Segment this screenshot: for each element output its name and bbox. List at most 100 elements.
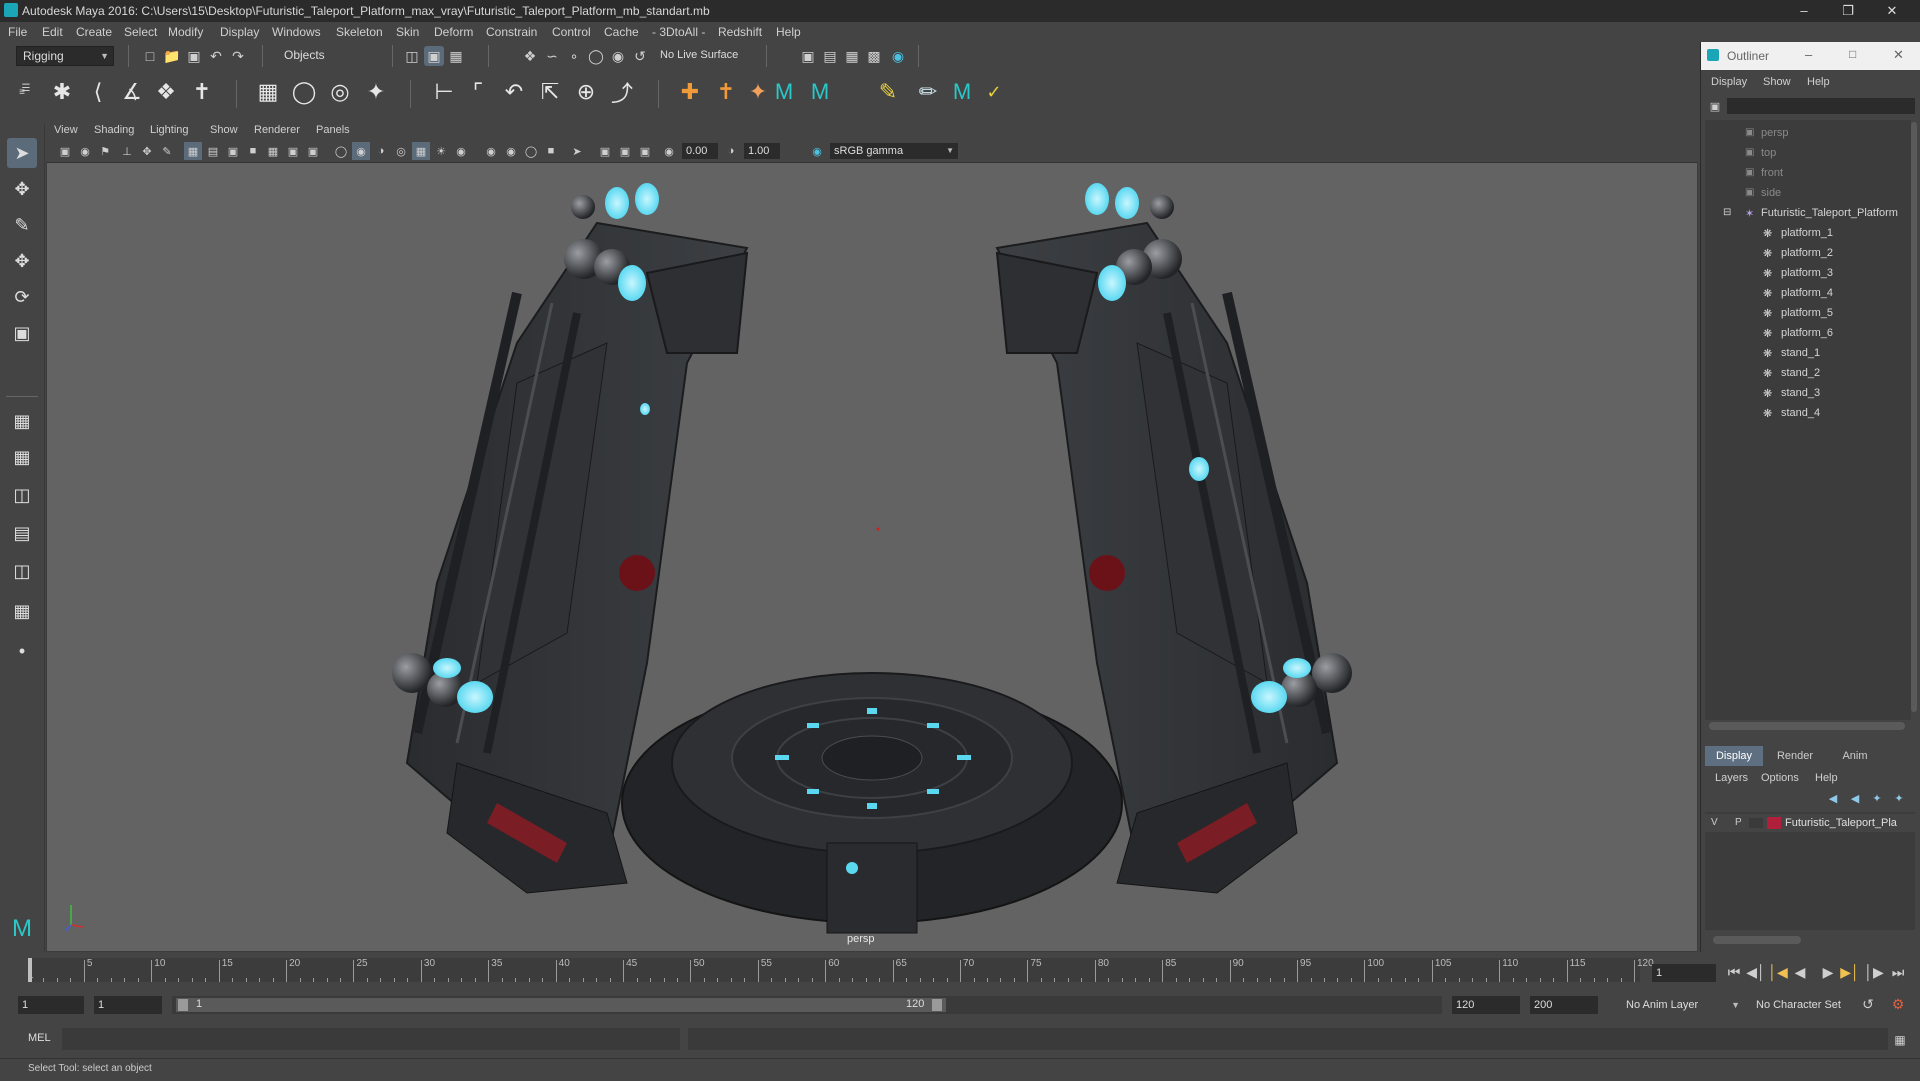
aim-constraint-icon[interactable]: ⌜: [462, 76, 494, 108]
outliner-item-child[interactable]: ❋ platform_3: [1705, 264, 1915, 284]
menu-deform[interactable]: Deform: [434, 25, 473, 39]
layer-type-toggle[interactable]: [1749, 818, 1763, 828]
resolution-gate-icon[interactable]: ▣: [224, 142, 242, 160]
outliner-item-child[interactable]: ❋ stand_4: [1705, 404, 1915, 424]
persp-graph-layout-icon[interactable]: ▤: [7, 518, 37, 548]
check-icon[interactable]: ✓: [978, 76, 1010, 108]
menu-edit[interactable]: Edit: [42, 25, 63, 39]
select-tool-icon[interactable]: ➤: [7, 138, 37, 168]
wrap-deformer-icon[interactable]: ◎: [324, 76, 356, 108]
command-input[interactable]: [62, 1028, 680, 1050]
gate-mask-icon[interactable]: ■: [244, 142, 262, 160]
wireframe-on-shaded-icon[interactable]: ◎: [392, 142, 410, 160]
hypershade-layout-icon[interactable]: ◫: [7, 556, 37, 586]
film-gate-icon[interactable]: ▤: [204, 142, 222, 160]
lasso-tool-icon[interactable]: ✥: [7, 174, 37, 204]
range-start-handle[interactable]: [178, 999, 188, 1011]
move-layer-down-icon[interactable]: ◀: [1847, 790, 1863, 806]
menu-control[interactable]: Control: [552, 25, 591, 39]
anim-layer-dropdown[interactable]: No Anim Layer ▼: [1620, 996, 1744, 1014]
depth-of-field-icon[interactable]: ▣: [636, 142, 654, 160]
outliner-maximize-button[interactable]: □: [1849, 47, 1856, 61]
maya-script-3-icon[interactable]: M: [946, 76, 978, 108]
outliner-menu-help[interactable]: Help: [1807, 76, 1830, 88]
outliner-search-input[interactable]: [1727, 98, 1915, 114]
menu-set-dropdown[interactable]: Rigging ▼: [16, 46, 114, 66]
range-end-handle[interactable]: [932, 999, 942, 1011]
ik-spline-icon[interactable]: ∡: [116, 76, 148, 108]
select-hierarchy-icon[interactable]: ◫: [402, 46, 422, 66]
layer-playback-toggle[interactable]: P: [1735, 817, 1742, 828]
playback-end-field[interactable]: 120: [1452, 996, 1520, 1014]
tab-display[interactable]: Display: [1705, 746, 1763, 766]
script-language-toggle[interactable]: MEL: [28, 1032, 51, 1044]
tab-anim[interactable]: Anim: [1827, 746, 1883, 766]
hypershade-icon[interactable]: ◉: [888, 46, 908, 66]
outliner-item-top[interactable]: ▣ top: [1705, 144, 1915, 164]
minimize-button[interactable]: –: [1784, 0, 1824, 22]
animation-end-field[interactable]: 200: [1530, 996, 1598, 1014]
new-layer-selected-icon[interactable]: ✦: [1891, 790, 1907, 806]
lattice-icon[interactable]: ◯: [288, 76, 320, 108]
smooth-shade-icon[interactable]: ◉: [352, 142, 370, 160]
parent-constraint-icon[interactable]: ⊕: [570, 76, 602, 108]
vp-menu-show[interactable]: Show: [210, 124, 238, 136]
shadows-icon[interactable]: ◉: [452, 142, 470, 160]
current-frame-field[interactable]: 1: [1652, 964, 1716, 982]
snap-together-icon[interactable]: ↺: [630, 46, 650, 66]
ik-handle-icon[interactable]: ⟨: [82, 76, 114, 108]
animation-preferences-icon[interactable]: ⚙: [1888, 994, 1908, 1014]
outliner-menu-show[interactable]: Show: [1763, 76, 1791, 88]
locator-icon[interactable]: ✚: [674, 76, 706, 108]
menu-select[interactable]: Select: [124, 25, 157, 39]
custom-layout-icon[interactable]: •: [7, 636, 37, 666]
3d-scene[interactable]: persp: [47, 163, 1697, 951]
blend-shape-icon[interactable]: ✦: [360, 76, 392, 108]
outliner-item-persp[interactable]: ▣ persp: [1705, 124, 1915, 144]
save-scene-icon[interactable]: ▣: [184, 46, 204, 66]
maximize-button[interactable]: ❐: [1828, 0, 1868, 22]
menu-help[interactable]: Help: [776, 25, 801, 39]
menu-skeleton[interactable]: Skeleton: [336, 25, 383, 39]
grid-toggle-icon[interactable]: ▦: [184, 142, 202, 160]
maya-script-2-icon[interactable]: M: [804, 76, 836, 108]
layer-visibility-toggle[interactable]: V: [1711, 817, 1718, 828]
gamma-field[interactable]: 1.00: [744, 143, 780, 159]
new-scene-icon[interactable]: □: [140, 46, 160, 66]
default-material-icon[interactable]: ◑: [372, 142, 390, 160]
xray-components-icon[interactable]: ◯: [522, 142, 540, 160]
close-button[interactable]: ✕: [1872, 0, 1912, 22]
step-forward-key-icon[interactable]: ▶│: [1840, 962, 1860, 982]
select-component-icon[interactable]: ▦: [446, 46, 466, 66]
collapse-icon[interactable]: ⊟: [1723, 207, 1731, 218]
snap-grid-icon[interactable]: ❖: [520, 46, 540, 66]
live-surface-label[interactable]: No Live Surface: [660, 49, 738, 61]
camera-select-icon[interactable]: ▣: [56, 142, 74, 160]
undo-icon[interactable]: ↶: [206, 46, 226, 66]
outliner-item-child[interactable]: ❋ platform_1: [1705, 224, 1915, 244]
multisample-icon[interactable]: ▣: [616, 142, 634, 160]
outliner-vertical-scrollbar[interactable]: [1911, 122, 1917, 712]
render-frame-icon[interactable]: ▤: [820, 46, 840, 66]
outliner-close-button[interactable]: ✕: [1893, 47, 1904, 63]
select-object-icon[interactable]: ▣: [424, 46, 444, 66]
outliner-filter-icon[interactable]: ▣: [1707, 98, 1723, 114]
outliner-item-child[interactable]: ❋ stand_2: [1705, 364, 1915, 384]
use-all-lights-icon[interactable]: ☀: [432, 142, 450, 160]
outliner-item-child[interactable]: ❋ stand_3: [1705, 384, 1915, 404]
view-transform-dropdown[interactable]: sRGB gamma ▼: [830, 143, 958, 159]
vp-menu-view[interactable]: View: [54, 124, 78, 136]
orient-constraint-icon[interactable]: ↶: [498, 76, 530, 108]
persp-uv-layout-icon[interactable]: ▦: [7, 596, 37, 626]
paint-select-icon[interactable]: ✎: [7, 210, 37, 240]
menu-redshift[interactable]: Redshift: [718, 25, 762, 39]
outliner-item-group[interactable]: ⊟ ✶ Futuristic_Taleport_Platform: [1705, 204, 1915, 224]
skin-bind-icon[interactable]: ❖: [150, 76, 182, 108]
redo-icon[interactable]: ↷: [228, 46, 248, 66]
menu-display[interactable]: Display: [220, 25, 259, 39]
outliner-item-front[interactable]: ▣ front: [1705, 164, 1915, 184]
handle-icon[interactable]: ✝: [710, 76, 742, 108]
open-scene-icon[interactable]: 📁: [162, 46, 182, 66]
scale-tool-icon[interactable]: ▣: [7, 318, 37, 348]
wireframe-icon[interactable]: ◯: [332, 142, 350, 160]
